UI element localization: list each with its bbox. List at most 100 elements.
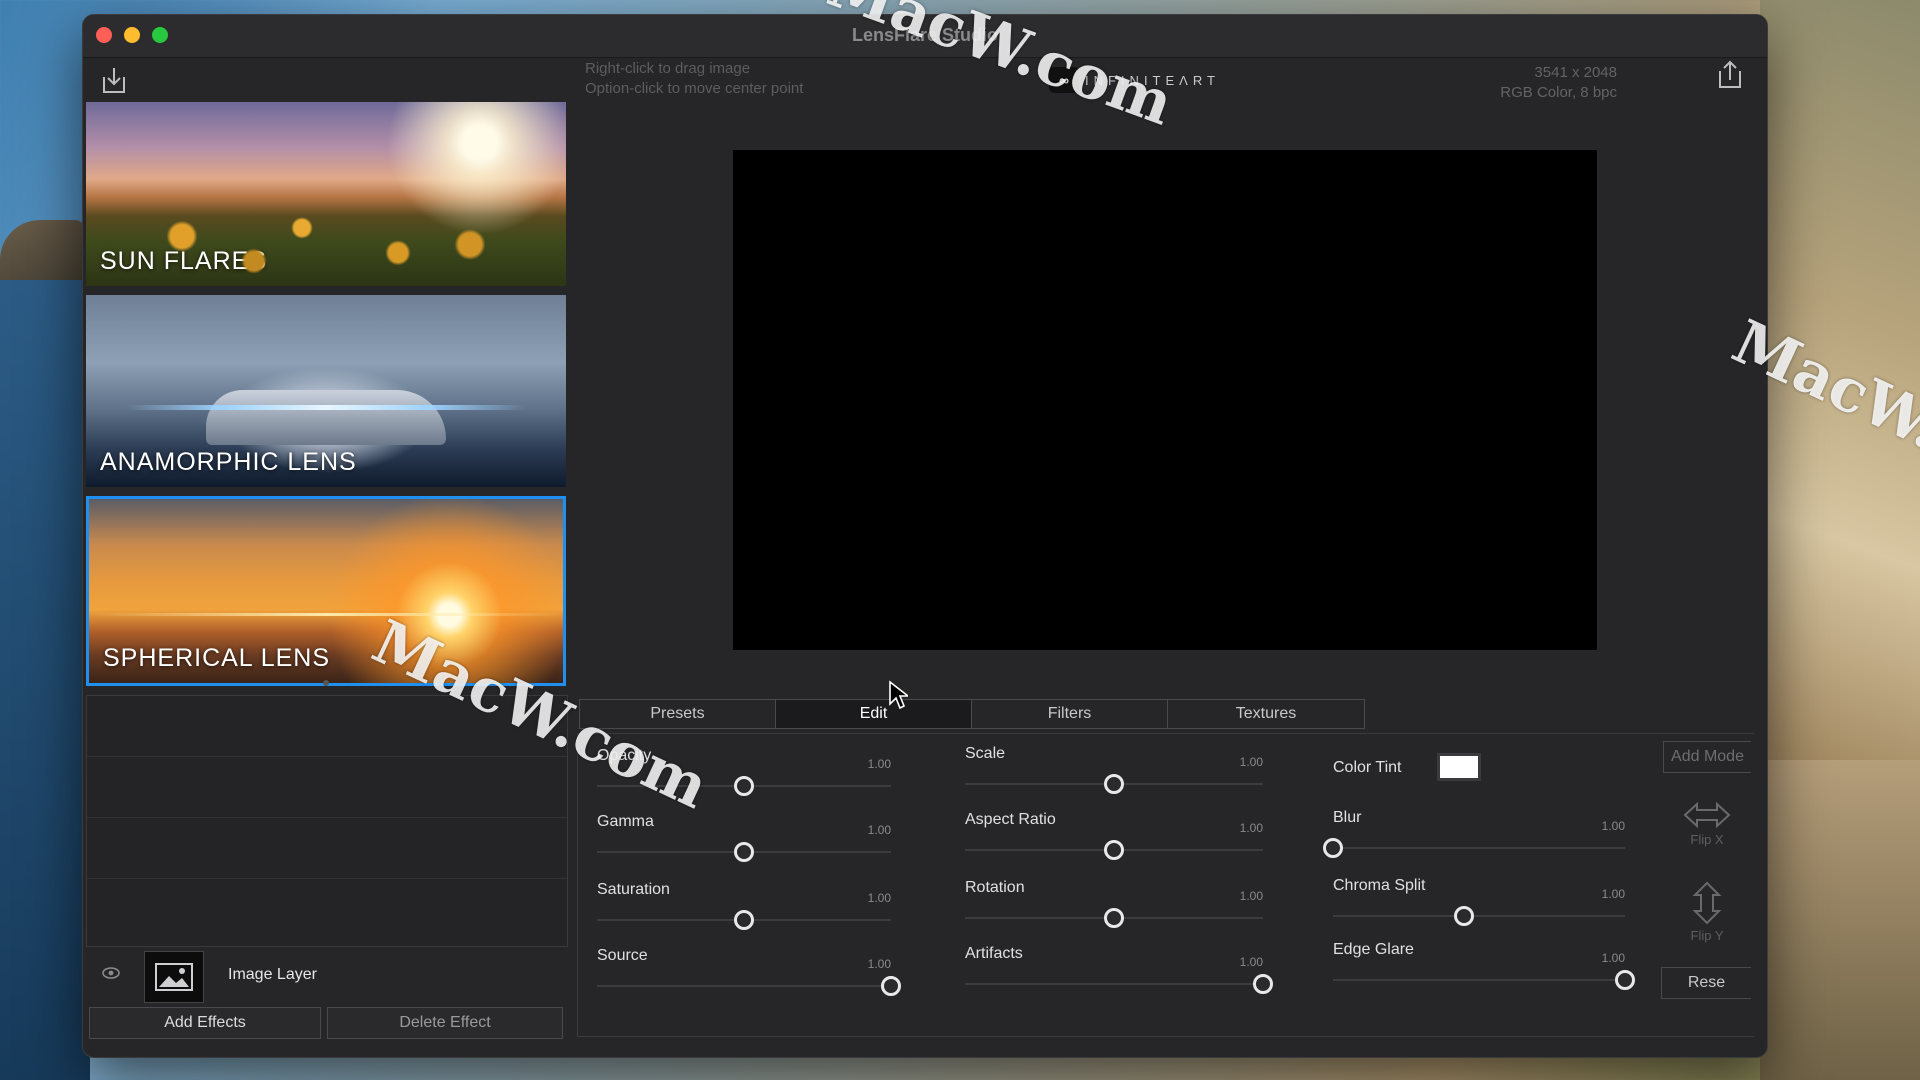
slider-track[interactable] (965, 983, 1263, 985)
category-sun-flares[interactable]: SUN FLARES (86, 102, 566, 286)
effects-list (86, 695, 568, 947)
add-effects-button[interactable]: Add Effects (89, 1007, 321, 1039)
param-opacity: Opacity 1.00 (597, 747, 891, 797)
slider-track[interactable] (597, 985, 891, 987)
param-blur: Blur 1.00 (1323, 809, 1625, 859)
category-label: ANAMORPHIC LENS (100, 448, 357, 476)
slider-knob[interactable] (734, 776, 754, 796)
param-label: Rotation (965, 879, 1025, 896)
panel-tabs: Presets Edit Filters Textures (579, 699, 1365, 729)
category-label: SUN FLARES (100, 247, 267, 275)
param-chroma-split: Chroma Split 1.00 (1333, 877, 1625, 927)
slider-track[interactable] (1333, 915, 1625, 917)
hint-line-2: Option-click to move center point (585, 80, 804, 97)
slider-knob[interactable] (734, 842, 754, 862)
param-value: 1.00 (1601, 887, 1625, 901)
visibility-eye-icon[interactable] (102, 966, 120, 980)
param-value: 1.00 (867, 891, 891, 905)
title-bar: LensFlare Studio (83, 15, 1767, 58)
category-label: SPHERICAL LENS (103, 644, 331, 672)
param-gamma: Gamma 1.00 (597, 813, 891, 863)
param-label: Blur (1333, 809, 1362, 826)
category-spherical-lens[interactable]: SPHERICAL LENS (86, 496, 566, 686)
tab-filters[interactable]: Filters (972, 700, 1168, 728)
param-label: Aspect Ratio (965, 811, 1056, 828)
image-info: 3541 x 2048 RGB Color, 8 bpc (1500, 63, 1617, 103)
param-value: 1.00 (1239, 755, 1263, 769)
param-value: 1.00 (1601, 951, 1625, 965)
param-label: Gamma (597, 813, 654, 830)
flip-y-label: Flip Y (1690, 928, 1724, 943)
mouse-cursor-icon (889, 680, 908, 710)
preview-canvas[interactable] (733, 150, 1597, 650)
param-label: Chroma Split (1333, 877, 1426, 894)
slider-knob[interactable] (1615, 970, 1635, 990)
desktop-sea (0, 280, 90, 1080)
hint-line-1: Right-click to drag image (585, 60, 751, 77)
param-label: Saturation (597, 881, 670, 898)
param-value: 1.00 (1601, 819, 1625, 833)
reset-button[interactable]: Rese (1661, 967, 1751, 999)
infinity-icon: ∞ (1049, 67, 1079, 93)
color-tint-label: Color Tint (1333, 759, 1402, 776)
param-saturation: Saturation 1.00 (597, 881, 891, 931)
param-aspect-ratio: Aspect Ratio 1.00 (965, 811, 1263, 861)
tab-textures[interactable]: Textures (1168, 700, 1364, 728)
param-value: 1.00 (867, 823, 891, 837)
param-label: Opacity (597, 747, 652, 764)
param-artifacts: Artifacts 1.00 (965, 945, 1273, 995)
slider-knob[interactable] (881, 976, 901, 996)
category-anamorphic-lens[interactable]: ANAMORPHIC LENS (86, 295, 566, 487)
param-source: Source 1.00 (597, 947, 901, 997)
param-value: 1.00 (1239, 889, 1263, 903)
param-label: Source (597, 947, 648, 964)
slider-knob[interactable] (1253, 974, 1273, 994)
param-label: Scale (965, 745, 1006, 762)
image-size: 3541 x 2048 (1534, 64, 1617, 81)
slider-track[interactable] (1333, 847, 1625, 849)
slider-knob[interactable] (734, 910, 754, 930)
slider-knob[interactable] (1104, 908, 1124, 928)
share-icon[interactable] (1713, 57, 1747, 91)
param-edge-glare: Edge Glare 1.00 (1333, 941, 1635, 991)
image-icon (155, 963, 193, 991)
image-mode: RGB Color, 8 bpc (1500, 84, 1617, 101)
image-layer-row[interactable]: Image Layer (86, 949, 566, 1005)
param-scale: Scale 1.00 (965, 745, 1263, 795)
delete-effect-button[interactable]: Delete Effect (327, 1007, 563, 1039)
scroll-indicator (323, 680, 329, 686)
slider-knob[interactable] (1104, 840, 1124, 860)
add-mode-button[interactable]: Add Mode (1663, 741, 1751, 773)
param-value: 1.00 (867, 757, 891, 771)
layer-name: Image Layer (228, 966, 317, 983)
canvas-hint: Right-click to drag image Option-click t… (585, 59, 803, 99)
param-label: Artifacts (965, 945, 1023, 962)
flip-horizontal-icon (1683, 801, 1731, 829)
flip-x-label: Flip X (1690, 832, 1724, 847)
param-value: 1.00 (1239, 955, 1263, 969)
app-window: LensFlare Studio Right-click to drag ima… (82, 14, 1768, 1058)
flip-y-button[interactable]: Flip Y (1677, 881, 1737, 943)
desktop-shore (1760, 760, 1920, 1080)
window-title: LensFlare Studio (851, 25, 999, 45)
slider-knob[interactable] (1323, 838, 1343, 858)
param-value: 1.00 (1239, 821, 1263, 835)
preset-categories: SUN FLARES ANAMORPHIC LENS SPHERICAL LEN… (86, 102, 568, 695)
effect-slot[interactable] (87, 696, 567, 757)
layer-thumbnail (144, 951, 204, 1003)
tab-edit[interactable]: Edit (776, 700, 972, 728)
tab-presets[interactable]: Presets (580, 700, 776, 728)
import-icon[interactable] (97, 63, 131, 97)
param-label: Edge Glare (1333, 941, 1414, 958)
effect-slot[interactable] (87, 879, 567, 939)
effect-slot[interactable] (87, 757, 567, 818)
slider-track[interactable] (1333, 979, 1625, 981)
flip-vertical-icon (1692, 881, 1722, 925)
flip-x-button[interactable]: Flip X (1677, 801, 1737, 847)
color-tint-swatch[interactable] (1437, 753, 1481, 781)
brand-name: INFINITEΛRT (1085, 72, 1220, 88)
param-rotation: Rotation 1.00 (965, 879, 1263, 929)
effect-slot[interactable] (87, 818, 567, 879)
slider-knob[interactable] (1454, 906, 1475, 926)
slider-knob[interactable] (1104, 774, 1124, 794)
